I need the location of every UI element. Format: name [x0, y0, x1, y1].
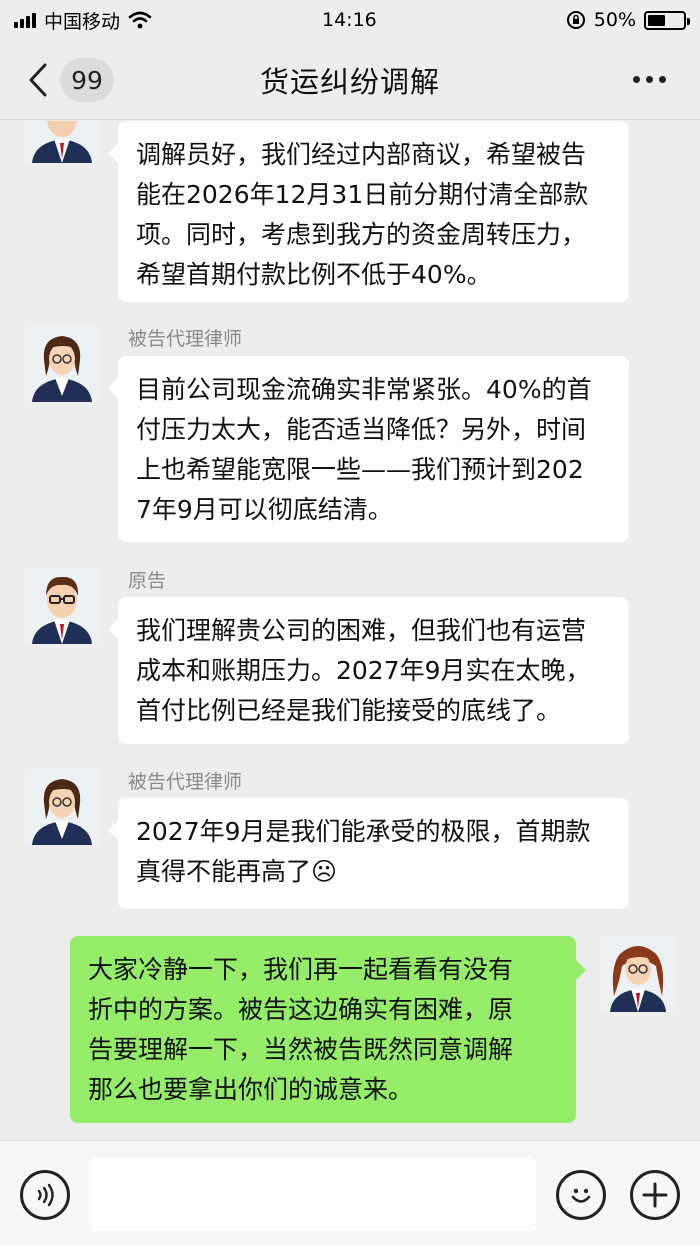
chevron-left-icon	[29, 63, 47, 97]
more-button[interactable]	[633, 76, 666, 83]
battery-percent: 50%	[593, 9, 636, 31]
chat-area[interactable]: 调解员好，我们经过内部商议，希望被告 能在2026年12月31日前分期付清全部款…	[0, 121, 700, 1140]
message-line: 能在2026年12月31日前分期付清全部款	[136, 180, 589, 209]
message-line: 调解员好，我们经过内部商议，希望被告	[136, 140, 587, 169]
message-line: 真得不能再高了☹	[136, 857, 338, 886]
sender-name: 原告	[128, 570, 167, 592]
message-line: 告要理解一下，当然被告既然同意调解	[88, 1035, 514, 1064]
female-lawyer-avatar-icon	[24, 326, 100, 402]
message-line: 目前公司现金流确实非常紧张。40%的首	[136, 375, 592, 404]
battery-icon	[644, 10, 690, 30]
battery-fill	[648, 14, 665, 26]
message-line: 希望首期付款比例不低于40%。	[136, 260, 492, 289]
male-plaintiff-avatar-icon	[24, 568, 100, 644]
message-line: 大家冷静一下，我们再一起看看有没有	[88, 955, 514, 984]
avatar-self[interactable]	[600, 936, 676, 1012]
avatar[interactable]	[24, 568, 100, 644]
unread-count-badge[interactable]: 99	[60, 58, 114, 102]
message-bubble[interactable]: 2027年9月是我们能承受的极限，首期款 真得不能再高了☹	[108, 798, 629, 909]
emoji-button[interactable]	[556, 1170, 606, 1220]
avatar[interactable]	[24, 326, 100, 402]
input-bar	[0, 1140, 700, 1245]
chat-title: 货运纠纷调解	[259, 64, 440, 99]
mediator-avatar-icon	[600, 936, 676, 1012]
back-button[interactable]	[28, 62, 52, 98]
status-left: 中国移动	[14, 7, 152, 34]
message-bubble[interactable]: 调解员好，我们经过内部商议，希望被告 能在2026年12月31日前分期付清全部款…	[108, 121, 629, 302]
status-right: 50%	[566, 9, 690, 31]
rotation-lock-icon	[566, 11, 585, 29]
male-lawyer-avatar-icon	[24, 121, 100, 163]
more-dots-icon	[633, 76, 640, 83]
plus-icon	[642, 1182, 668, 1208]
status-bar: 中国移动 14:16 50%	[0, 0, 700, 40]
message-bubble-self[interactable]: 大家冷静一下，我们再一起看看有没有 折中的方案。被告这边确实有困难，原 告要理解…	[70, 936, 586, 1123]
avatar[interactable]	[24, 769, 100, 845]
message-line: 上也希望能宽限一些——我们预计到202	[136, 455, 584, 484]
avatar[interactable]	[24, 121, 100, 163]
status-time: 14:16	[322, 9, 377, 31]
nav-bar: 99 货运纠纷调解	[0, 40, 700, 120]
wifi-icon	[128, 11, 152, 29]
message-line: 2027年9月是我们能承受的极限，首期款	[136, 817, 591, 846]
message-line: 成本和账期压力。2027年9月实在太晚，	[136, 656, 591, 685]
voice-icon	[37, 1183, 54, 1207]
message-line: 项。同时，考虑到我方的资金周转压力，	[136, 220, 587, 249]
message-bubble[interactable]: 我们理解贵公司的困难，但我们也有运营 成本和账期压力。2027年9月实在太晚， …	[108, 597, 629, 744]
emoji-icon	[571, 1188, 591, 1203]
plus-button[interactable]	[630, 1170, 680, 1220]
sender-name: 被告代理律师	[128, 771, 243, 793]
message-input[interactable]	[90, 1157, 536, 1231]
message-line: 7年9月可以彻底结清。	[136, 495, 393, 524]
message-bubble[interactable]: 目前公司现金流确实非常紧张。40%的首 付压力太大，能否适当降低？另外，时间 上…	[108, 356, 629, 542]
signal-icon	[14, 12, 36, 28]
message-line: 付压力太大，能否适当降低？另外，时间	[136, 415, 587, 444]
message-line: 折中的方案。被告这边确实有困难，原	[88, 995, 514, 1024]
carrier-label: 中国移动	[44, 10, 121, 33]
female-lawyer-avatar-icon	[24, 769, 100, 845]
voice-button[interactable]	[20, 1170, 70, 1220]
message-line: 首付比例已经是我们能接受的底线了。	[136, 696, 562, 725]
message-line: 那么也要拿出你们的诚意来。	[88, 1075, 414, 1104]
message-line: 我们理解贵公司的困难，但我们也有运营	[136, 616, 587, 645]
sender-name: 被告代理律师	[128, 328, 243, 350]
